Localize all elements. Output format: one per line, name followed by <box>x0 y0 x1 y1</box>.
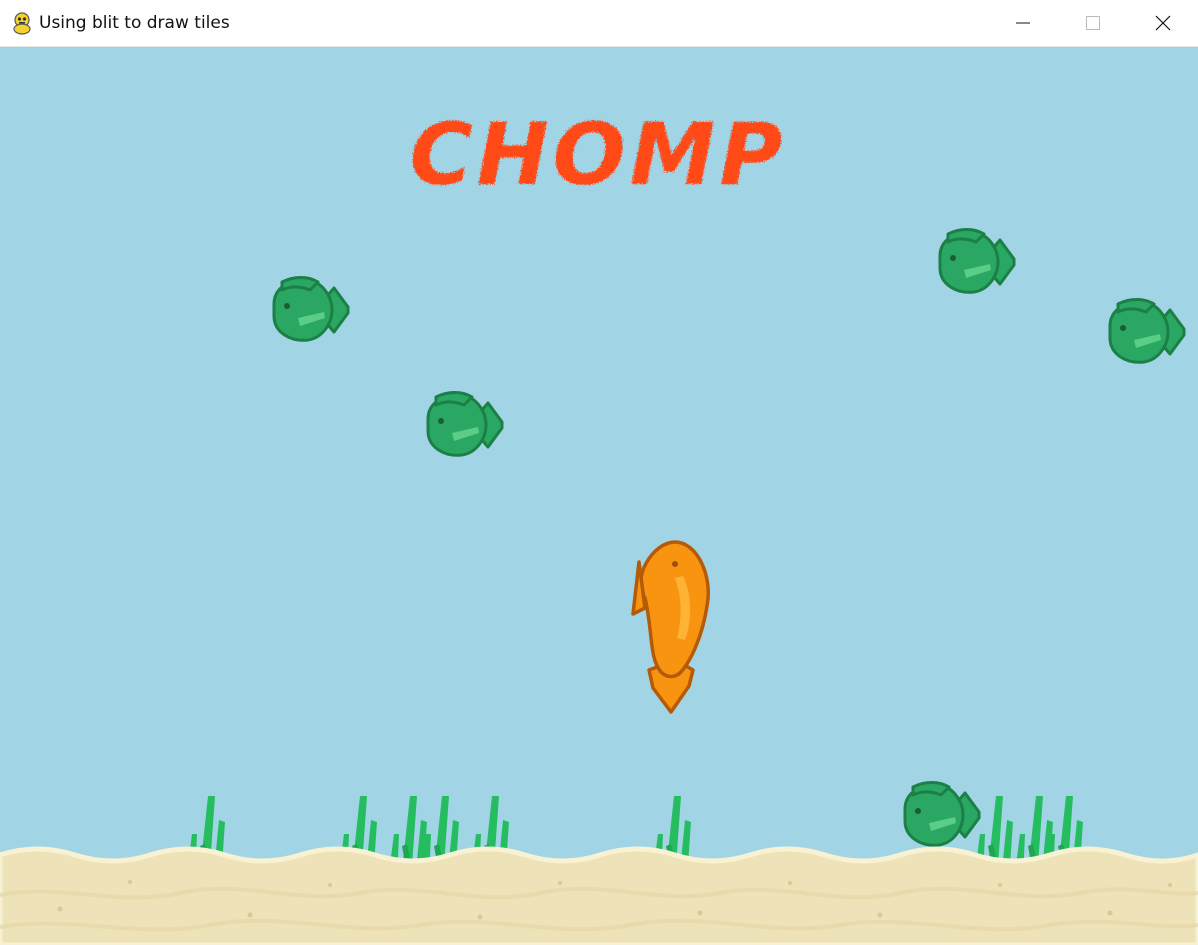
sand-floor <box>0 846 1198 945</box>
maximize-button[interactable] <box>1058 0 1128 46</box>
minimize-button[interactable] <box>988 0 1058 46</box>
minimize-icon <box>1016 22 1030 24</box>
window-title: Using blit to draw tiles <box>39 13 230 33</box>
game-window: Using blit to draw tiles CHOMP <box>0 0 1198 945</box>
game-scene: CHOMP <box>0 105 1198 945</box>
game-logo: CHOMP <box>410 105 787 205</box>
maximize-icon <box>1086 16 1100 30</box>
title-bar[interactable]: Using blit to draw tiles <box>0 0 1198 47</box>
close-icon <box>1155 15 1171 31</box>
pygame-snake-icon <box>10 11 34 35</box>
enemy-fish <box>1108 298 1186 364</box>
enemy-fish <box>903 781 981 847</box>
game-canvas[interactable]: CHOMP <box>0 47 1198 945</box>
player-fish <box>631 540 710 714</box>
enemy-fish <box>938 228 1016 294</box>
enemy-fish <box>272 276 350 342</box>
enemy-fish <box>426 391 504 457</box>
close-button[interactable] <box>1128 0 1198 46</box>
